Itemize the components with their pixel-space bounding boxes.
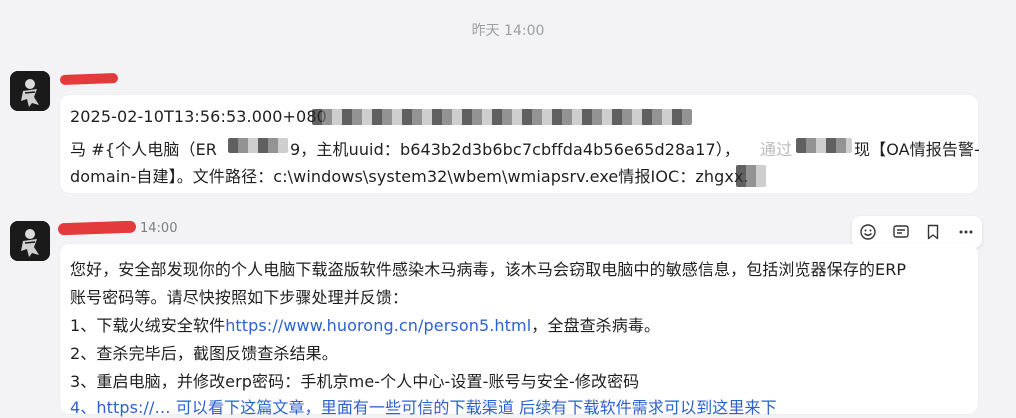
step-1-line: 1、下载火绒安全软件https://www.huorong.cn/person5… (70, 312, 660, 336)
message-text-line: 马 #{个人电脑（ER (70, 140, 217, 159)
time-divider: 昨天 14:00 (471, 23, 545, 39)
emoji-reaction-button[interactable] (855, 219, 881, 245)
avatar-figure-icon (10, 221, 50, 261)
bookmark-button[interactable] (920, 219, 946, 245)
sender-avatar[interactable] (10, 71, 50, 111)
message-bubble[interactable]: 您好，安全部发现你的个人电脑下载盗版软件感染木马病毒，该木马会窃取电脑中的敏感信… (60, 244, 978, 417)
avatar-figure-icon (10, 71, 50, 111)
step-4-line: 4、https://… 可以看下这篇文章，里面有一些可信的下载渠道 后续有下载软… (70, 398, 777, 417)
message-text-line: 现【OA情报告警- (854, 140, 980, 159)
emoji-icon (860, 224, 876, 240)
step-3-line: 3、重启电脑，并修改erp密码：手机京me-个人中心-设置-账号与安全-修改密码 (70, 372, 640, 391)
sender-name-redacted (59, 72, 119, 86)
step-1-prefix: 1、下载火绒安全软件 (70, 316, 226, 335)
download-link[interactable]: https://www.huorong.cn/person5.html (225, 316, 531, 335)
redaction-mosaic (796, 138, 852, 153)
quote-reply-button[interactable] (888, 219, 914, 245)
redaction-mosaic (736, 165, 766, 187)
bookmark-icon (928, 224, 939, 240)
message-text-line: 9，主机uuid：b643b2d3b6bc7cbffda4b56e65d28a1… (290, 140, 740, 159)
sender-name-redacted (57, 220, 137, 236)
step-1-suffix: ，全盘查杀病毒。 (531, 316, 661, 335)
message-text-line: 您好，安全部发现你的个人电脑下载盗版软件感染木马病毒，该木马会窃取电脑中的敏感信… (70, 260, 907, 279)
message-text-line: 通过 (760, 140, 793, 159)
message-text-line: domain-自建】。文件路径：c:\windows\system32\wbem… (70, 167, 749, 186)
message-bubble[interactable]: 2025-02-10T13:56:53.000+080 马 #{个人电脑（ER … (60, 95, 980, 193)
sender-avatar[interactable] (10, 221, 50, 261)
more-options-button[interactable] (953, 219, 979, 245)
redaction-mosaic (312, 109, 692, 125)
message-text-line: 2025-02-10T13:56:53.000+080 (70, 107, 327, 126)
more-icon (959, 230, 973, 234)
quote-icon (893, 225, 909, 238)
step-2-line: 2、查杀完毕后，截图反馈查杀结果。 (70, 344, 338, 363)
redaction-mosaic (228, 138, 288, 153)
message-timestamp: 14:00 (140, 221, 178, 236)
message-text-line: 账号密码等。请尽快按照如下步骤处理并反馈： (70, 288, 409, 307)
